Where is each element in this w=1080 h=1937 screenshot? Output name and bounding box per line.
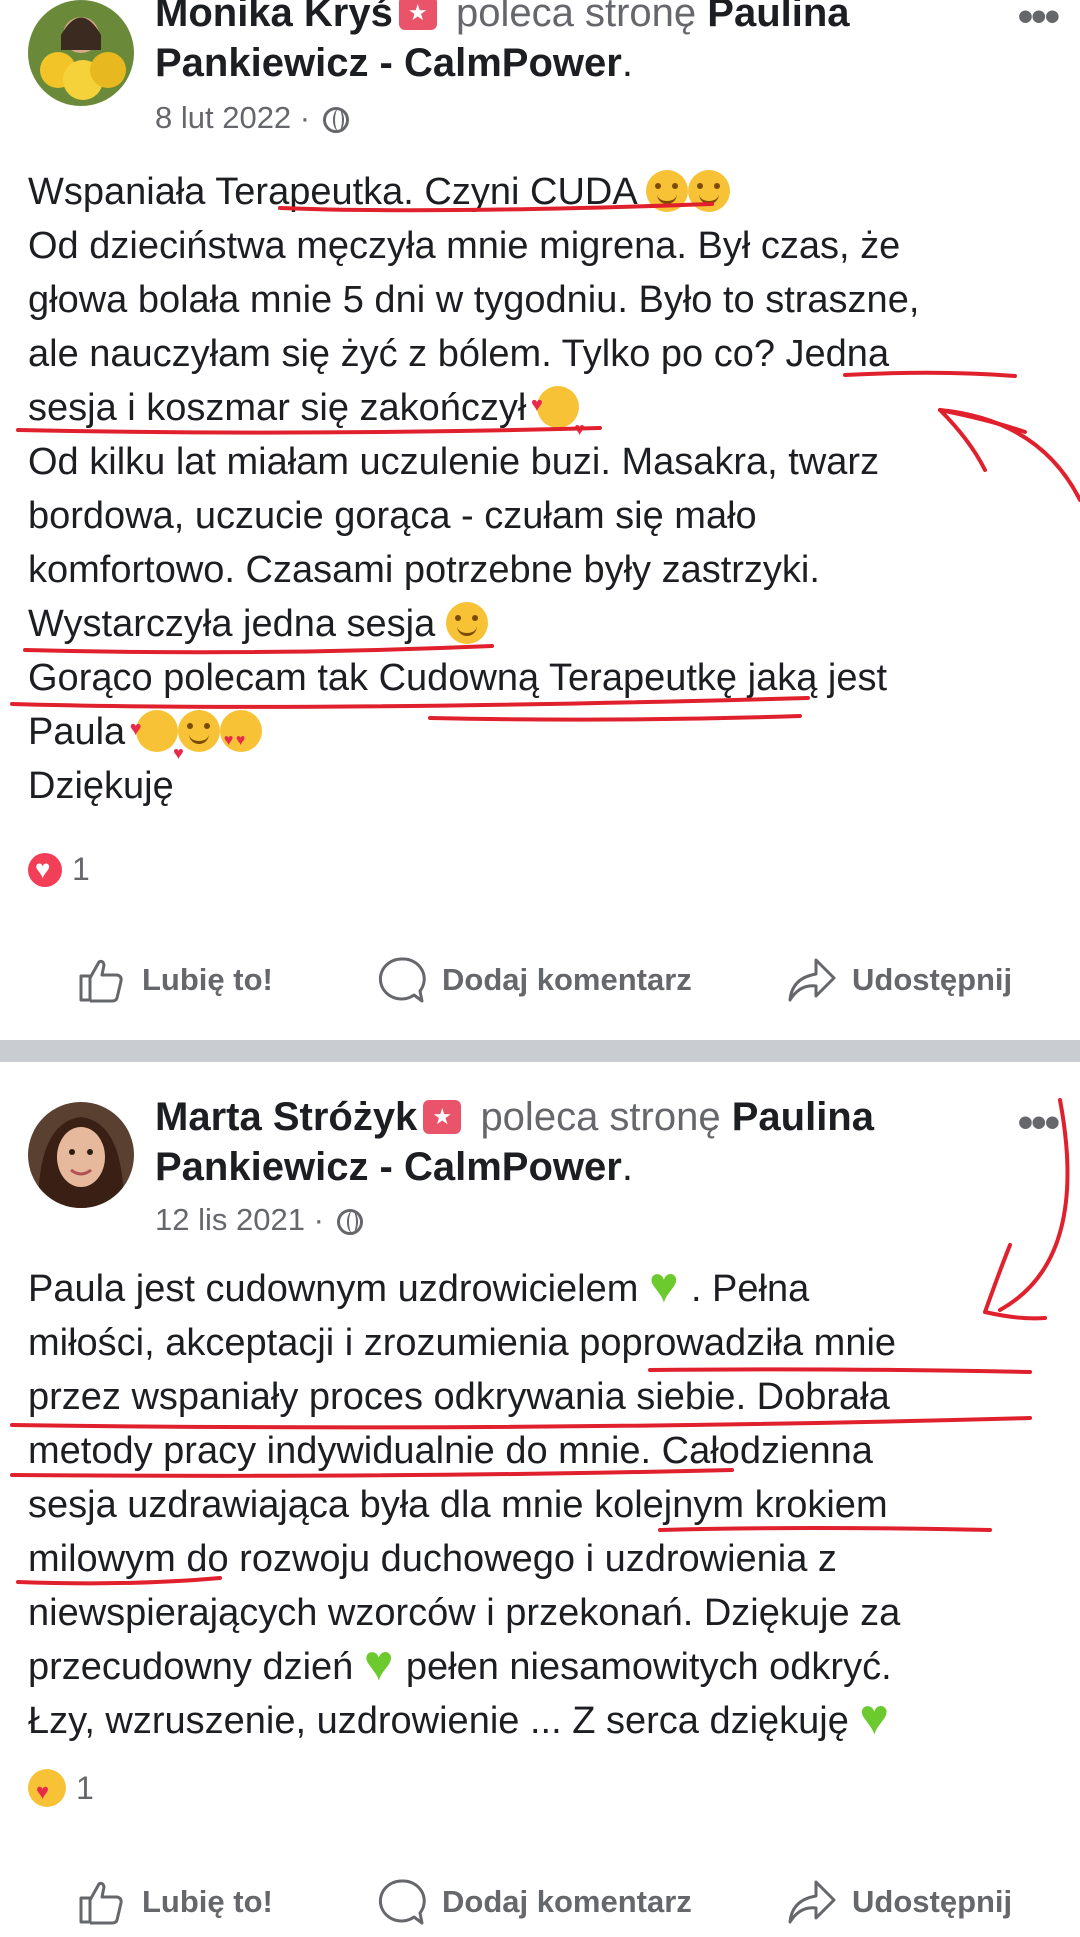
green-heart-icon	[649, 1255, 691, 1315]
page-name-cont[interactable]: Pankiewicz - CalmPower	[155, 41, 622, 85]
smiling-face-with-hearts-icon	[531, 378, 585, 456]
thumbs-up-icon	[79, 959, 123, 1003]
author-name[interactable]: Monika Kryś	[155, 0, 393, 35]
period: .	[621, 41, 633, 85]
globe-icon	[322, 107, 349, 133]
smiling-face-with-hearts-icon	[130, 702, 184, 780]
text-line: komfortowo. Czasami potrzebne były zastr…	[28, 549, 820, 591]
green-heart-icon	[859, 1687, 901, 1747]
comment-label: Dodaj komentarz	[442, 962, 692, 997]
page-name[interactable]: Paulina	[732, 1095, 874, 1139]
author-avatar[interactable]	[28, 0, 134, 106]
page-name[interactable]: Paulina	[707, 0, 849, 35]
text-line: Łzy, wzruszenie, uzdrowienie ... Z serca…	[28, 1700, 860, 1742]
recommend-icon	[398, 0, 437, 30]
smiling-face-icon	[646, 170, 689, 212]
period: .	[621, 1145, 633, 1189]
text-line: sesja uzdrawiająca była dla mnie k	[28, 1484, 614, 1526]
share-button[interactable]: Udostępnij	[786, 1867, 1012, 1937]
text-line: miłości, akceptacji i zrozumienia	[28, 1322, 580, 1364]
reactions-summary[interactable]: 1	[28, 1769, 94, 1807]
more-options-button[interactable]: •••	[1018, 0, 1060, 42]
comment-icon	[378, 957, 426, 1003]
recommend-text: poleca stronę	[480, 1095, 721, 1139]
meta-separator: ·	[291, 100, 319, 135]
globe-icon	[336, 1209, 363, 1235]
post-card-1: Monika Kryś poleca stronę Paulina Pankie…	[0, 0, 1080, 1040]
page-name-cont[interactable]: Pankiewicz - CalmPower	[155, 1145, 622, 1189]
text-line: Gorąco polecam tak Cudowną Terapeutkę	[28, 657, 738, 699]
text-line: Paula jest cudownym uzdrowicielem	[28, 1268, 649, 1310]
love-reaction-icon	[28, 852, 62, 887]
post-text: Paula jest cudownym uzdrowicielem . Pełn…	[28, 1255, 1038, 1748]
text-line: Paula	[28, 711, 136, 753]
reactions-summary[interactable]: 1	[28, 851, 90, 888]
share-icon	[788, 958, 836, 1002]
post-header: Monika Kryś poleca stronę Paulina Pankie…	[155, 0, 975, 88]
thumbs-up-icon	[79, 1881, 123, 1925]
post-date[interactable]: 8 lut 2022	[155, 100, 291, 135]
text-line: głowa bolała mnie 5 dni w tygodniu. Było…	[28, 279, 920, 321]
winking-face-icon	[177, 710, 220, 752]
post-card-2: Marta Stróżyk poleca stronę Paulina Pank…	[0, 1062, 1080, 1925]
like-label: Lubię to!	[142, 1884, 273, 1919]
text-line: jaką jest	[737, 657, 888, 699]
text-line: milowym d	[28, 1538, 208, 1580]
text-line: pełen niesamowitych odkryć.	[405, 1646, 892, 1688]
recommend-icon	[423, 1100, 462, 1134]
share-label: Udostępnij	[852, 1884, 1013, 1919]
text-line: Całodzienna	[651, 1430, 873, 1472]
share-label: Udostępnij	[852, 962, 1013, 997]
post-meta: 8 lut 2022 ·	[155, 100, 349, 136]
post-date[interactable]: 12 lis 2021	[155, 1202, 305, 1237]
text-line: Czyni CUDA	[413, 171, 647, 213]
post-header: Marta Stróżyk poleca stronę Paulina Pank…	[155, 1092, 975, 1192]
reaction-count: 1	[76, 1769, 94, 1806]
text-line: niewspierających wzorców i przekonań. Dz…	[28, 1592, 901, 1634]
like-button[interactable]: Lubię to!	[76, 1867, 273, 1937]
text-line: Od dzieciństwa męczyła mnie migrena. Był…	[28, 225, 901, 267]
text-line: poprowadziła mnie	[579, 1322, 897, 1364]
more-options-button[interactable]: •••	[1018, 1098, 1060, 1148]
post-text: Wspaniała Terapeutka. Czyni CUDA Od dzie…	[28, 165, 1038, 813]
meta-separator: ·	[304, 1202, 333, 1237]
text-line: bordowa, uczucie gorąca - czułam się mał…	[28, 495, 757, 537]
comment-icon	[378, 1879, 426, 1925]
comment-button[interactable]: Dodaj komentarz	[376, 945, 692, 1015]
text-line: . Pełna	[690, 1268, 810, 1310]
text-line: Jedna	[774, 333, 890, 375]
text-line: Wspaniała Terapeutka.	[28, 171, 414, 213]
smiling-face-icon	[445, 602, 488, 644]
care-reaction-icon	[28, 1769, 66, 1807]
author-avatar[interactable]	[28, 1102, 134, 1208]
feed-separator	[0, 1040, 1080, 1062]
text-line: olejnym krokiem	[613, 1484, 888, 1526]
kissing-face-icon	[688, 170, 731, 212]
text-line: przecudowny dzień	[28, 1646, 364, 1688]
share-button[interactable]: Udostępnij	[786, 945, 1012, 1015]
text-line: o rozwoju duchowego i uzdrowienia z	[207, 1538, 837, 1580]
heart-eyes-icon	[219, 710, 262, 768]
text-line: Wystarczyła jedna sesja	[28, 603, 446, 645]
action-bar: Lubię to! Dodaj komentarz Udostępnij	[0, 945, 1080, 1015]
text-line: metody pracy indywidualnie do mnie.	[28, 1430, 652, 1472]
like-button[interactable]: Lubię to!	[76, 945, 273, 1015]
text-line: ale nauczyłam się żyć z bólem. Tylko po …	[28, 333, 775, 375]
action-bar: Lubię to! Dodaj komentarz Udostępnij	[0, 1867, 1080, 1937]
green-heart-icon	[364, 1633, 406, 1693]
text-line: przez wspaniały proces odkrywania siebie…	[28, 1376, 890, 1418]
like-label: Lubię to!	[142, 962, 273, 997]
recommend-text: poleca stronę	[455, 0, 697, 35]
reaction-count: 1	[72, 851, 90, 887]
share-icon	[788, 1880, 836, 1924]
text-line: Od kilku lat miałam uczulenie buzi. Masa…	[28, 441, 880, 483]
author-name[interactable]: Marta Stróżyk	[155, 1095, 417, 1139]
comment-label: Dodaj komentarz	[442, 1884, 692, 1919]
comment-button[interactable]: Dodaj komentarz	[376, 1867, 692, 1937]
text-line: sesja i koszmar się zakończył	[28, 387, 537, 429]
post-meta: 12 lis 2021 ·	[155, 1202, 363, 1238]
